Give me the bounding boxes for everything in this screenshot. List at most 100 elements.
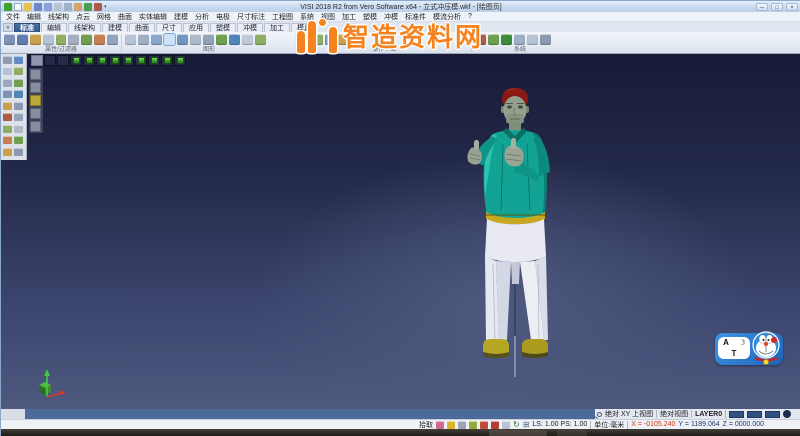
- thickness-swatch-button[interactable]: [765, 411, 780, 418]
- taskbar-item[interactable]: [557, 430, 587, 436]
- menu-item-help[interactable]: ?: [468, 13, 472, 20]
- note-tool-icon[interactable]: [30, 121, 41, 132]
- status-options-icon[interactable]: [783, 410, 791, 418]
- snap-tool-icon[interactable]: [30, 69, 41, 80]
- grid-tool-icon[interactable]: [30, 82, 41, 93]
- panel-tool-icon[interactable]: [3, 56, 12, 64]
- panel-tool-icon[interactable]: [14, 125, 23, 133]
- menu-item-flow-analysis[interactable]: 模流分析: [433, 12, 461, 22]
- menu-item-edit[interactable]: 编辑: [27, 12, 41, 22]
- layer-selector[interactable]: LAYER0: [695, 411, 722, 418]
- snap-point-icon[interactable]: [436, 421, 444, 429]
- panel-tool-icon[interactable]: [14, 67, 23, 75]
- tab-machining[interactable]: 加工: [264, 23, 290, 32]
- panel-tool-icon[interactable]: [14, 148, 23, 156]
- menu-item-machining[interactable]: 加工: [342, 12, 356, 22]
- menu-item-wireframe[interactable]: 线架构: [48, 12, 69, 22]
- snap-intersect-icon[interactable]: [480, 421, 488, 429]
- menu-item-surface[interactable]: 曲面: [118, 12, 132, 22]
- menu-item-dimension[interactable]: 尺寸标注: [237, 12, 265, 22]
- view-iso-4-icon[interactable]: [109, 55, 121, 66]
- redo-icon[interactable]: [94, 3, 102, 11]
- workplane-selector[interactable]: 绝对 XY 上视图: [605, 409, 653, 419]
- view-back-icon[interactable]: [57, 55, 69, 66]
- menu-item-view[interactable]: 视图: [321, 12, 335, 22]
- menu-item-pointcloud[interactable]: 点云: [76, 12, 90, 22]
- panel-tool-icon[interactable]: [3, 102, 12, 110]
- customize-quick-access-icon[interactable]: ▾: [104, 4, 107, 10]
- print-icon[interactable]: [54, 3, 62, 11]
- save-icon[interactable]: [34, 3, 42, 11]
- view-toggle-icon[interactable]: [31, 55, 43, 66]
- tab-overflow-dropdown-icon[interactable]: ▾: [3, 23, 13, 32]
- minimize-button[interactable]: ─: [756, 3, 768, 11]
- menu-item-mesh[interactable]: 网格: [97, 12, 111, 22]
- panel-tool-icon[interactable]: [3, 148, 12, 156]
- panel-tool-icon[interactable]: [3, 125, 12, 133]
- tab-wireframe[interactable]: 线架构: [68, 23, 101, 32]
- menu-item-drawing[interactable]: 工程图: [272, 12, 293, 22]
- maximize-button[interactable]: □: [771, 3, 783, 11]
- color-swatch-button[interactable]: [729, 411, 744, 418]
- panel-tool-icon[interactable]: [14, 102, 23, 110]
- view-front-icon[interactable]: [44, 55, 56, 66]
- tab-dimension[interactable]: 尺寸: [156, 23, 182, 32]
- taskbar-item[interactable]: [489, 430, 547, 436]
- panel-tool-icon[interactable]: [3, 67, 12, 75]
- close-button[interactable]: ×: [786, 3, 798, 11]
- tab-application[interactable]: 应用: [183, 23, 209, 32]
- snap-grid-icon[interactable]: [502, 421, 510, 429]
- menu-item-solid-edit[interactable]: 实体编辑: [139, 12, 167, 22]
- view-right-icon[interactable]: [161, 55, 173, 66]
- tab-surface[interactable]: 曲面: [129, 23, 155, 32]
- menu-item-standard-parts[interactable]: 标准件: [405, 12, 426, 22]
- panel-tool-icon[interactable]: [14, 136, 23, 144]
- panel-tool-icon[interactable]: [3, 113, 12, 121]
- panel-tool-icon[interactable]: [3, 79, 12, 87]
- mannequin-model[interactable]: [453, 84, 578, 379]
- tab-tooling[interactable]: 模具: [291, 23, 317, 32]
- panel-tool-icon[interactable]: [14, 79, 23, 87]
- refresh-status-icon[interactable]: ↻: [513, 421, 520, 429]
- copy-icon[interactable]: [74, 3, 82, 11]
- active-mode-icon[interactable]: [30, 95, 41, 106]
- viewport-3d[interactable]: A ☽ T: [1, 54, 800, 409]
- view-top-icon[interactable]: [122, 55, 134, 66]
- view-selector[interactable]: 绝对视图: [660, 409, 688, 419]
- view-axono-icon[interactable]: [174, 55, 186, 66]
- tab-modeling[interactable]: 建模: [102, 23, 128, 32]
- menu-item-modeling[interactable]: 建模: [174, 12, 188, 22]
- ime-toolbar[interactable]: A ☽ T: [718, 337, 750, 359]
- menu-item-file[interactable]: 文件: [6, 12, 20, 22]
- snap-center-icon[interactable]: [458, 421, 466, 429]
- menu-item-system[interactable]: 系统: [300, 12, 314, 22]
- tab-mould[interactable]: 塑模: [210, 23, 236, 32]
- menu-item-progress[interactable]: 冲模: [384, 12, 398, 22]
- ime-text-button[interactable]: T: [732, 349, 737, 358]
- menu-item-electrode[interactable]: 电极: [216, 12, 230, 22]
- view-iso-2-icon[interactable]: [83, 55, 95, 66]
- tab-progress[interactable]: 冲模: [237, 23, 263, 32]
- panel-tool-icon[interactable]: [3, 90, 12, 98]
- linetype-swatch-button[interactable]: [747, 411, 762, 418]
- pick-mode-label[interactable]: 拾取: [419, 420, 433, 430]
- menu-item-mould[interactable]: 塑模: [363, 12, 377, 22]
- view-bottom-icon[interactable]: [135, 55, 147, 66]
- ime-moon-icon[interactable]: ☽: [738, 338, 745, 347]
- snap-tangent-icon[interactable]: [491, 421, 499, 429]
- snap-quad-icon[interactable]: [469, 421, 477, 429]
- panel-tool-icon[interactable]: [3, 136, 12, 144]
- open-file-icon[interactable]: [24, 3, 32, 11]
- measure-tool-icon[interactable]: [30, 108, 41, 119]
- tab-standard[interactable]: 标准: [14, 23, 40, 32]
- panel-tool-icon[interactable]: [14, 90, 23, 98]
- menu-item-analysis[interactable]: 分析: [195, 12, 209, 22]
- undo-icon[interactable]: [84, 3, 92, 11]
- panel-tool-icon[interactable]: [14, 56, 23, 64]
- tab-edit[interactable]: 编辑: [41, 23, 67, 32]
- view-left-icon[interactable]: [148, 55, 160, 66]
- print-preview-icon[interactable]: [64, 3, 72, 11]
- grid-status-icon[interactable]: ⊞: [523, 421, 530, 429]
- ime-lang-button[interactable]: A: [723, 338, 729, 347]
- input-method-widget[interactable]: A ☽ T: [715, 329, 783, 369]
